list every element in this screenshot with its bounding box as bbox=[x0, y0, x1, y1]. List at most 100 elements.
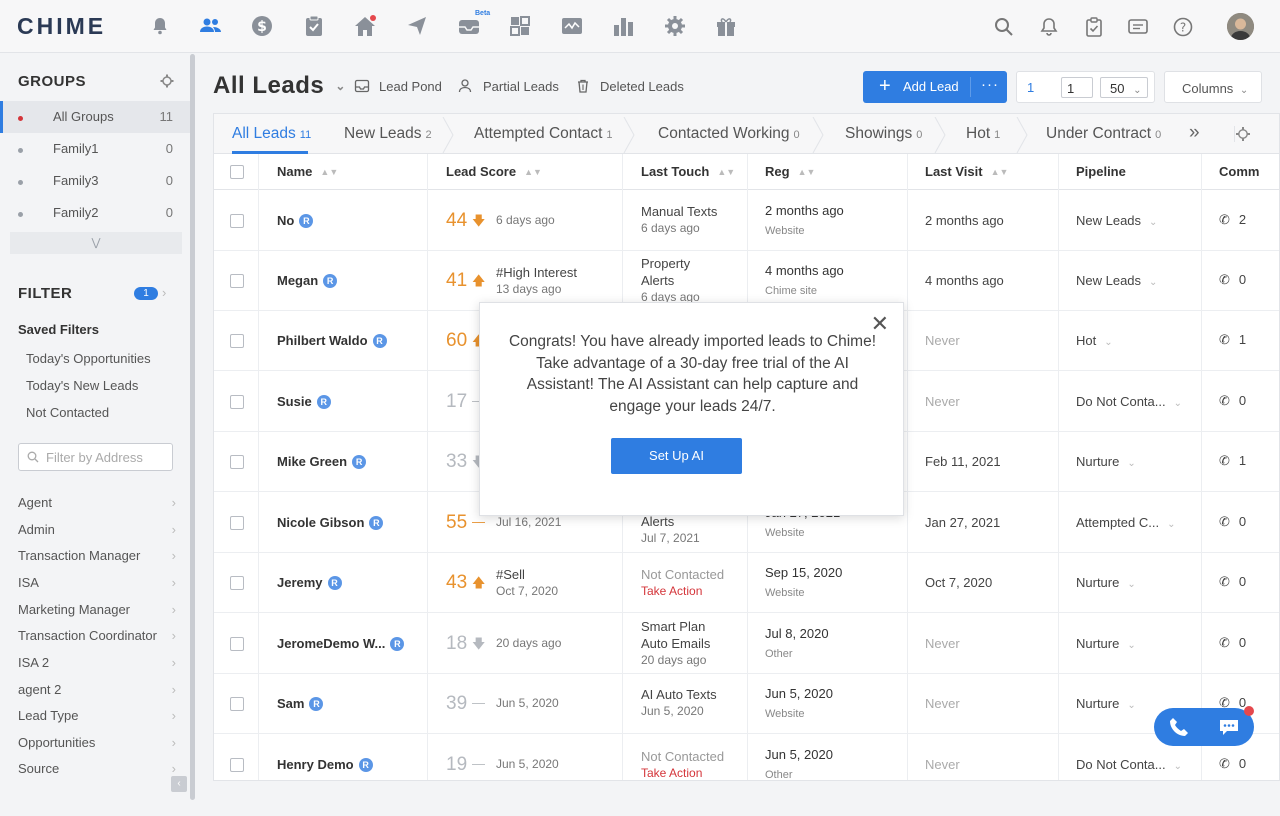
row-checkbox[interactable] bbox=[230, 455, 244, 469]
clipboard-nav-icon[interactable] bbox=[303, 15, 325, 37]
comm-count[interactable]: ✆ 1 bbox=[1219, 332, 1246, 348]
row-checkbox[interactable] bbox=[230, 697, 244, 711]
lead-name[interactable]: Nicole Gibson R bbox=[277, 515, 384, 530]
dollar-nav-icon[interactable]: $ bbox=[251, 15, 273, 37]
filter-category-agent[interactable]: Agent › bbox=[18, 495, 176, 510]
lead-name[interactable]: Henry Demo R bbox=[277, 757, 373, 772]
filter-category-agent-2[interactable]: agent 2 › bbox=[18, 682, 176, 697]
table-row[interactable]: Sam R 39 — Jun 5, 2020 AI Auto Texts Jun 5… bbox=[214, 674, 1279, 734]
analytics-nav-icon[interactable] bbox=[561, 15, 583, 37]
comm-count[interactable]: ✆ 0 bbox=[1219, 514, 1246, 530]
tab-hot[interactable]: Hot 1 bbox=[966, 125, 1000, 143]
phone-call-icon[interactable] bbox=[1168, 716, 1190, 738]
pipeline-dropdown[interactable]: Nurture ⌄ bbox=[1076, 454, 1136, 469]
table-row[interactable]: Henry Demo R 19 — Jun 5, 2020 Not Contact… bbox=[214, 735, 1279, 780]
filter-category-isa-2[interactable]: ISA 2 › bbox=[18, 655, 176, 670]
gear-nav-icon[interactable] bbox=[664, 15, 686, 37]
tasks-icon[interactable] bbox=[1084, 17, 1106, 39]
table-row[interactable]: No R 44 🡇 6 days ago Manual Texts 6 days a… bbox=[214, 191, 1279, 251]
filter-category-source[interactable]: Source › bbox=[18, 761, 176, 776]
tab-under-contract[interactable]: Under Contract 0 bbox=[1046, 125, 1161, 143]
group-item-family1[interactable]: Family1 0 bbox=[0, 133, 190, 165]
lead-name[interactable]: Sam R bbox=[277, 696, 324, 711]
send-nav-icon[interactable] bbox=[406, 15, 428, 37]
select-all-checkbox[interactable] bbox=[230, 165, 244, 179]
lead-name[interactable]: Megan R bbox=[277, 273, 338, 288]
pipeline-dropdown[interactable]: Do Not Conta... ⌄ bbox=[1076, 757, 1182, 772]
tab-all-leads[interactable]: All Leads 11 bbox=[232, 125, 311, 143]
comm-count[interactable]: ✆ 2 bbox=[1219, 212, 1246, 228]
lead-pond-link[interactable]: Lead Pond bbox=[379, 79, 442, 94]
tab-contacted-working[interactable]: Contacted Working 0 bbox=[658, 125, 800, 143]
column-header-last-visit[interactable]: Last Visit ▲▼ bbox=[925, 164, 1008, 179]
group-item-family2[interactable]: Family2 0 bbox=[0, 197, 190, 229]
column-header-last-touch[interactable]: Last Touch ▲▼ bbox=[641, 164, 735, 179]
address-filter-input[interactable]: Filter by Address bbox=[18, 443, 173, 471]
page-number-input[interactable]: 1 bbox=[1061, 77, 1093, 98]
partial-leads-link[interactable]: Partial Leads bbox=[483, 79, 559, 94]
double-chevron-right-icon[interactable]: » bbox=[1189, 122, 1200, 144]
gift-nav-icon[interactable] bbox=[715, 15, 737, 37]
bell-nav-icon[interactable] bbox=[149, 15, 171, 37]
tab-showings[interactable]: Showings 0 bbox=[845, 125, 922, 143]
pipeline-dropdown[interactable]: New Leads ⌄ bbox=[1076, 213, 1157, 228]
help-icon[interactable]: ? bbox=[1173, 17, 1195, 39]
lead-name[interactable]: Philbert Waldo R bbox=[277, 333, 387, 348]
lead-name[interactable]: JeromeDemo W... R bbox=[277, 636, 405, 651]
filter-category-isa[interactable]: ISA › bbox=[18, 575, 176, 590]
people-nav-icon[interactable] bbox=[199, 15, 221, 37]
comm-count[interactable]: ✆ 0 bbox=[1219, 272, 1246, 288]
lead-name[interactable]: No R bbox=[277, 213, 314, 228]
filter-category-transaction-coordinator[interactable]: Transaction Coordinator › bbox=[18, 628, 176, 643]
row-checkbox[interactable] bbox=[230, 637, 244, 651]
comm-count[interactable]: ✆ 0 bbox=[1219, 756, 1246, 772]
row-checkbox[interactable] bbox=[230, 214, 244, 228]
columns-button[interactable]: Columns ⌄ bbox=[1164, 71, 1262, 103]
row-checkbox[interactable] bbox=[230, 334, 244, 348]
add-lead-button[interactable]: + Add Lead ··· bbox=[863, 71, 1007, 103]
group-item-family3[interactable]: Family3 0 bbox=[0, 165, 190, 197]
row-checkbox[interactable] bbox=[230, 516, 244, 530]
user-avatar[interactable] bbox=[1227, 13, 1254, 40]
collapse-sidebar-icon[interactable]: ‹ bbox=[171, 776, 187, 792]
filter-category-opportunities[interactable]: Opportunities › bbox=[18, 735, 176, 750]
tabs-settings-icon[interactable] bbox=[1234, 126, 1250, 142]
take-action-link[interactable]: Take Action bbox=[641, 583, 724, 600]
chevron-right-icon[interactable]: › bbox=[162, 285, 166, 300]
comm-count[interactable]: ✆ 0 bbox=[1219, 574, 1246, 590]
more-options-icon[interactable]: ··· bbox=[981, 76, 999, 93]
deleted-leads-link[interactable]: Deleted Leads bbox=[600, 79, 684, 94]
pipeline-dropdown[interactable]: Do Not Conta... ⌄ bbox=[1076, 394, 1182, 409]
filter-category-transaction-manager[interactable]: Transaction Manager › bbox=[18, 548, 176, 563]
pipeline-dropdown[interactable]: Hot ⌄ bbox=[1076, 333, 1113, 348]
comm-count[interactable]: ✆ 0 bbox=[1219, 635, 1246, 651]
group-item-all-groups[interactable]: All Groups 11 bbox=[0, 101, 190, 133]
chart-nav-icon[interactable] bbox=[612, 15, 634, 37]
column-header-lead-score[interactable]: Lead Score ▲▼ bbox=[446, 164, 542, 179]
table-row[interactable]: JeromeDemo W... R 18 🡇 20 days ago Smart … bbox=[214, 614, 1279, 674]
comm-count[interactable]: ✆ 1 bbox=[1219, 453, 1246, 469]
pipeline-dropdown[interactable]: Nurture ⌄ bbox=[1076, 575, 1136, 590]
current-page[interactable]: 1 bbox=[1027, 80, 1034, 95]
sidebar-scrollbar[interactable] bbox=[190, 54, 195, 800]
pipeline-dropdown[interactable]: Attempted C... ⌄ bbox=[1076, 515, 1175, 530]
filter-category-lead-type[interactable]: Lead Type › bbox=[18, 708, 176, 723]
pipeline-dropdown[interactable]: New Leads ⌄ bbox=[1076, 273, 1157, 288]
chime-logo[interactable]: CHIME bbox=[17, 13, 106, 40]
search-icon[interactable] bbox=[994, 17, 1016, 39]
saved-filter-item[interactable]: Not Contacted bbox=[26, 405, 109, 420]
notification-icon[interactable] bbox=[1039, 17, 1061, 39]
saved-filter-item[interactable]: Today's Opportunities bbox=[26, 351, 151, 366]
column-header-reg[interactable]: Reg ▲▼ bbox=[765, 164, 815, 179]
tab-new-leads[interactable]: New Leads 2 bbox=[344, 125, 432, 143]
tab-attempted-contact[interactable]: Attempted Contact 1 bbox=[474, 125, 613, 143]
row-checkbox[interactable] bbox=[230, 395, 244, 409]
groups-collapse-toggle[interactable]: ⋁ bbox=[10, 232, 182, 254]
dashboard-nav-icon[interactable] bbox=[509, 15, 531, 37]
take-action-link[interactable]: Take Action bbox=[641, 765, 724, 780]
lead-name[interactable]: Susie R bbox=[277, 394, 331, 409]
lead-name[interactable]: Jeremy R bbox=[277, 575, 342, 590]
row-checkbox[interactable] bbox=[230, 274, 244, 288]
groups-settings-icon[interactable] bbox=[160, 74, 174, 88]
filter-category-admin[interactable]: Admin › bbox=[18, 522, 176, 537]
